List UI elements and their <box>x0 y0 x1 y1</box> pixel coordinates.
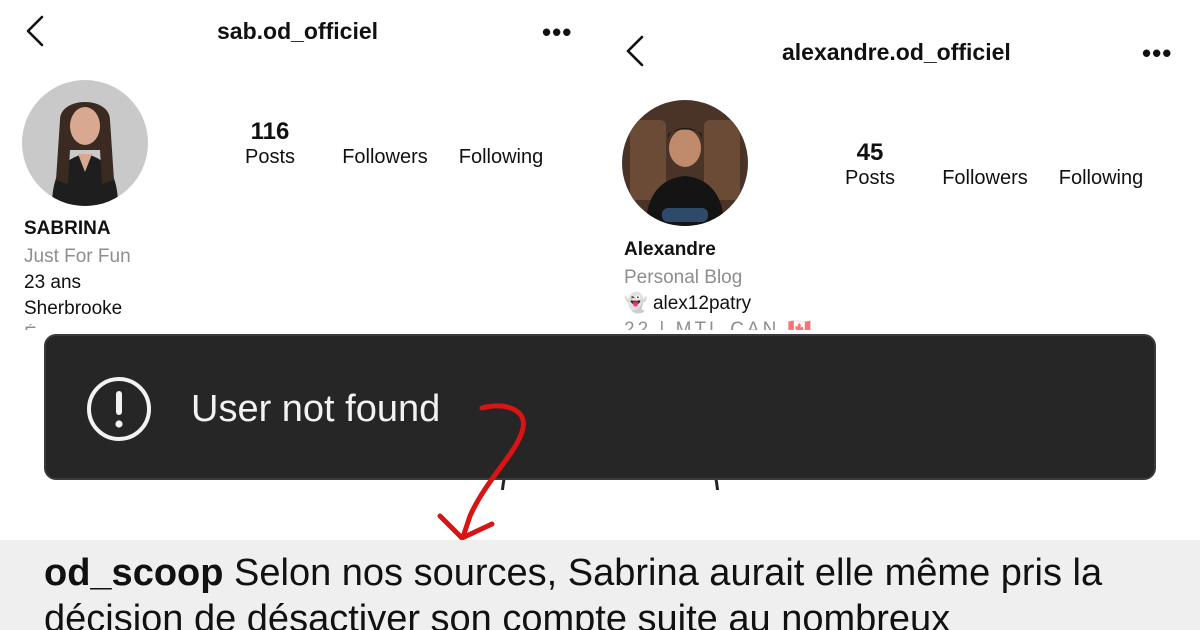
ghost-emoji-icon: 👻 <box>624 293 648 314</box>
profile-avatar[interactable] <box>622 100 748 226</box>
profile-display-name: SABRINA <box>24 218 111 239</box>
profile-username: alexandre.od_officiel <box>782 39 1011 65</box>
posts-label: Posts <box>844 167 896 189</box>
followers-count <box>935 139 1035 167</box>
profile-bio-snapchat: 👻 alex12patry <box>624 291 751 317</box>
post-caption: od_scoop Selon nos sources, Sabrina aura… <box>0 540 1200 630</box>
following-label: Following <box>458 146 544 168</box>
alert-circle-icon <box>86 376 152 442</box>
following-stat[interactable]: Following <box>1052 139 1150 190</box>
following-count <box>1052 139 1150 167</box>
following-count <box>452 118 550 146</box>
more-options-icon[interactable]: ••• <box>1142 40 1172 66</box>
caption-handle[interactable]: od_scoop <box>44 552 223 594</box>
followers-stat[interactable]: Followers <box>935 139 1035 190</box>
profile-panel-alexandre: alexandre.od_officiel ••• 45 Posts Follo… <box>600 0 1200 336</box>
profile-bio-line-2: Sherbrooke <box>24 298 123 319</box>
caption-text: od_scoop Selon nos sources, Sabrina aura… <box>44 550 1184 630</box>
profile-display-name: Alexandre <box>624 239 716 260</box>
profile-avatar[interactable] <box>22 80 148 206</box>
followers-label: Followers <box>342 146 428 168</box>
following-label: Following <box>1058 167 1144 189</box>
red-arrow-annotation <box>430 398 550 548</box>
back-chevron-icon[interactable] <box>624 34 646 68</box>
profile-bio-line-1: 23 ans <box>24 272 82 293</box>
posts-label: Posts <box>244 146 296 168</box>
toast-message: User not found <box>191 388 441 430</box>
followers-label: Followers <box>942 167 1028 189</box>
back-chevron-icon[interactable] <box>24 14 46 48</box>
followers-count <box>335 118 435 146</box>
profile-category: Personal Blog <box>624 267 743 288</box>
following-stat[interactable]: Following <box>452 118 550 169</box>
posts-stat[interactable]: 116 Posts <box>232 118 308 169</box>
snapchat-handle[interactable]: alex12patry <box>653 293 751 314</box>
profile-username: sab.od_officiel <box>217 18 379 44</box>
profile-category: Just For Fun <box>24 246 131 267</box>
profile-panel-sabrina: sab.od_officiel ••• 116 Posts Followers … <box>0 0 600 336</box>
posts-count: 45 <box>856 139 884 166</box>
followers-stat[interactable]: Followers <box>335 118 435 169</box>
posts-count: 116 <box>250 118 290 145</box>
user-not-found-toast: User not found <box>44 334 1156 480</box>
more-options-icon[interactable]: ••• <box>542 19 572 45</box>
posts-stat[interactable]: 45 Posts <box>832 139 908 190</box>
